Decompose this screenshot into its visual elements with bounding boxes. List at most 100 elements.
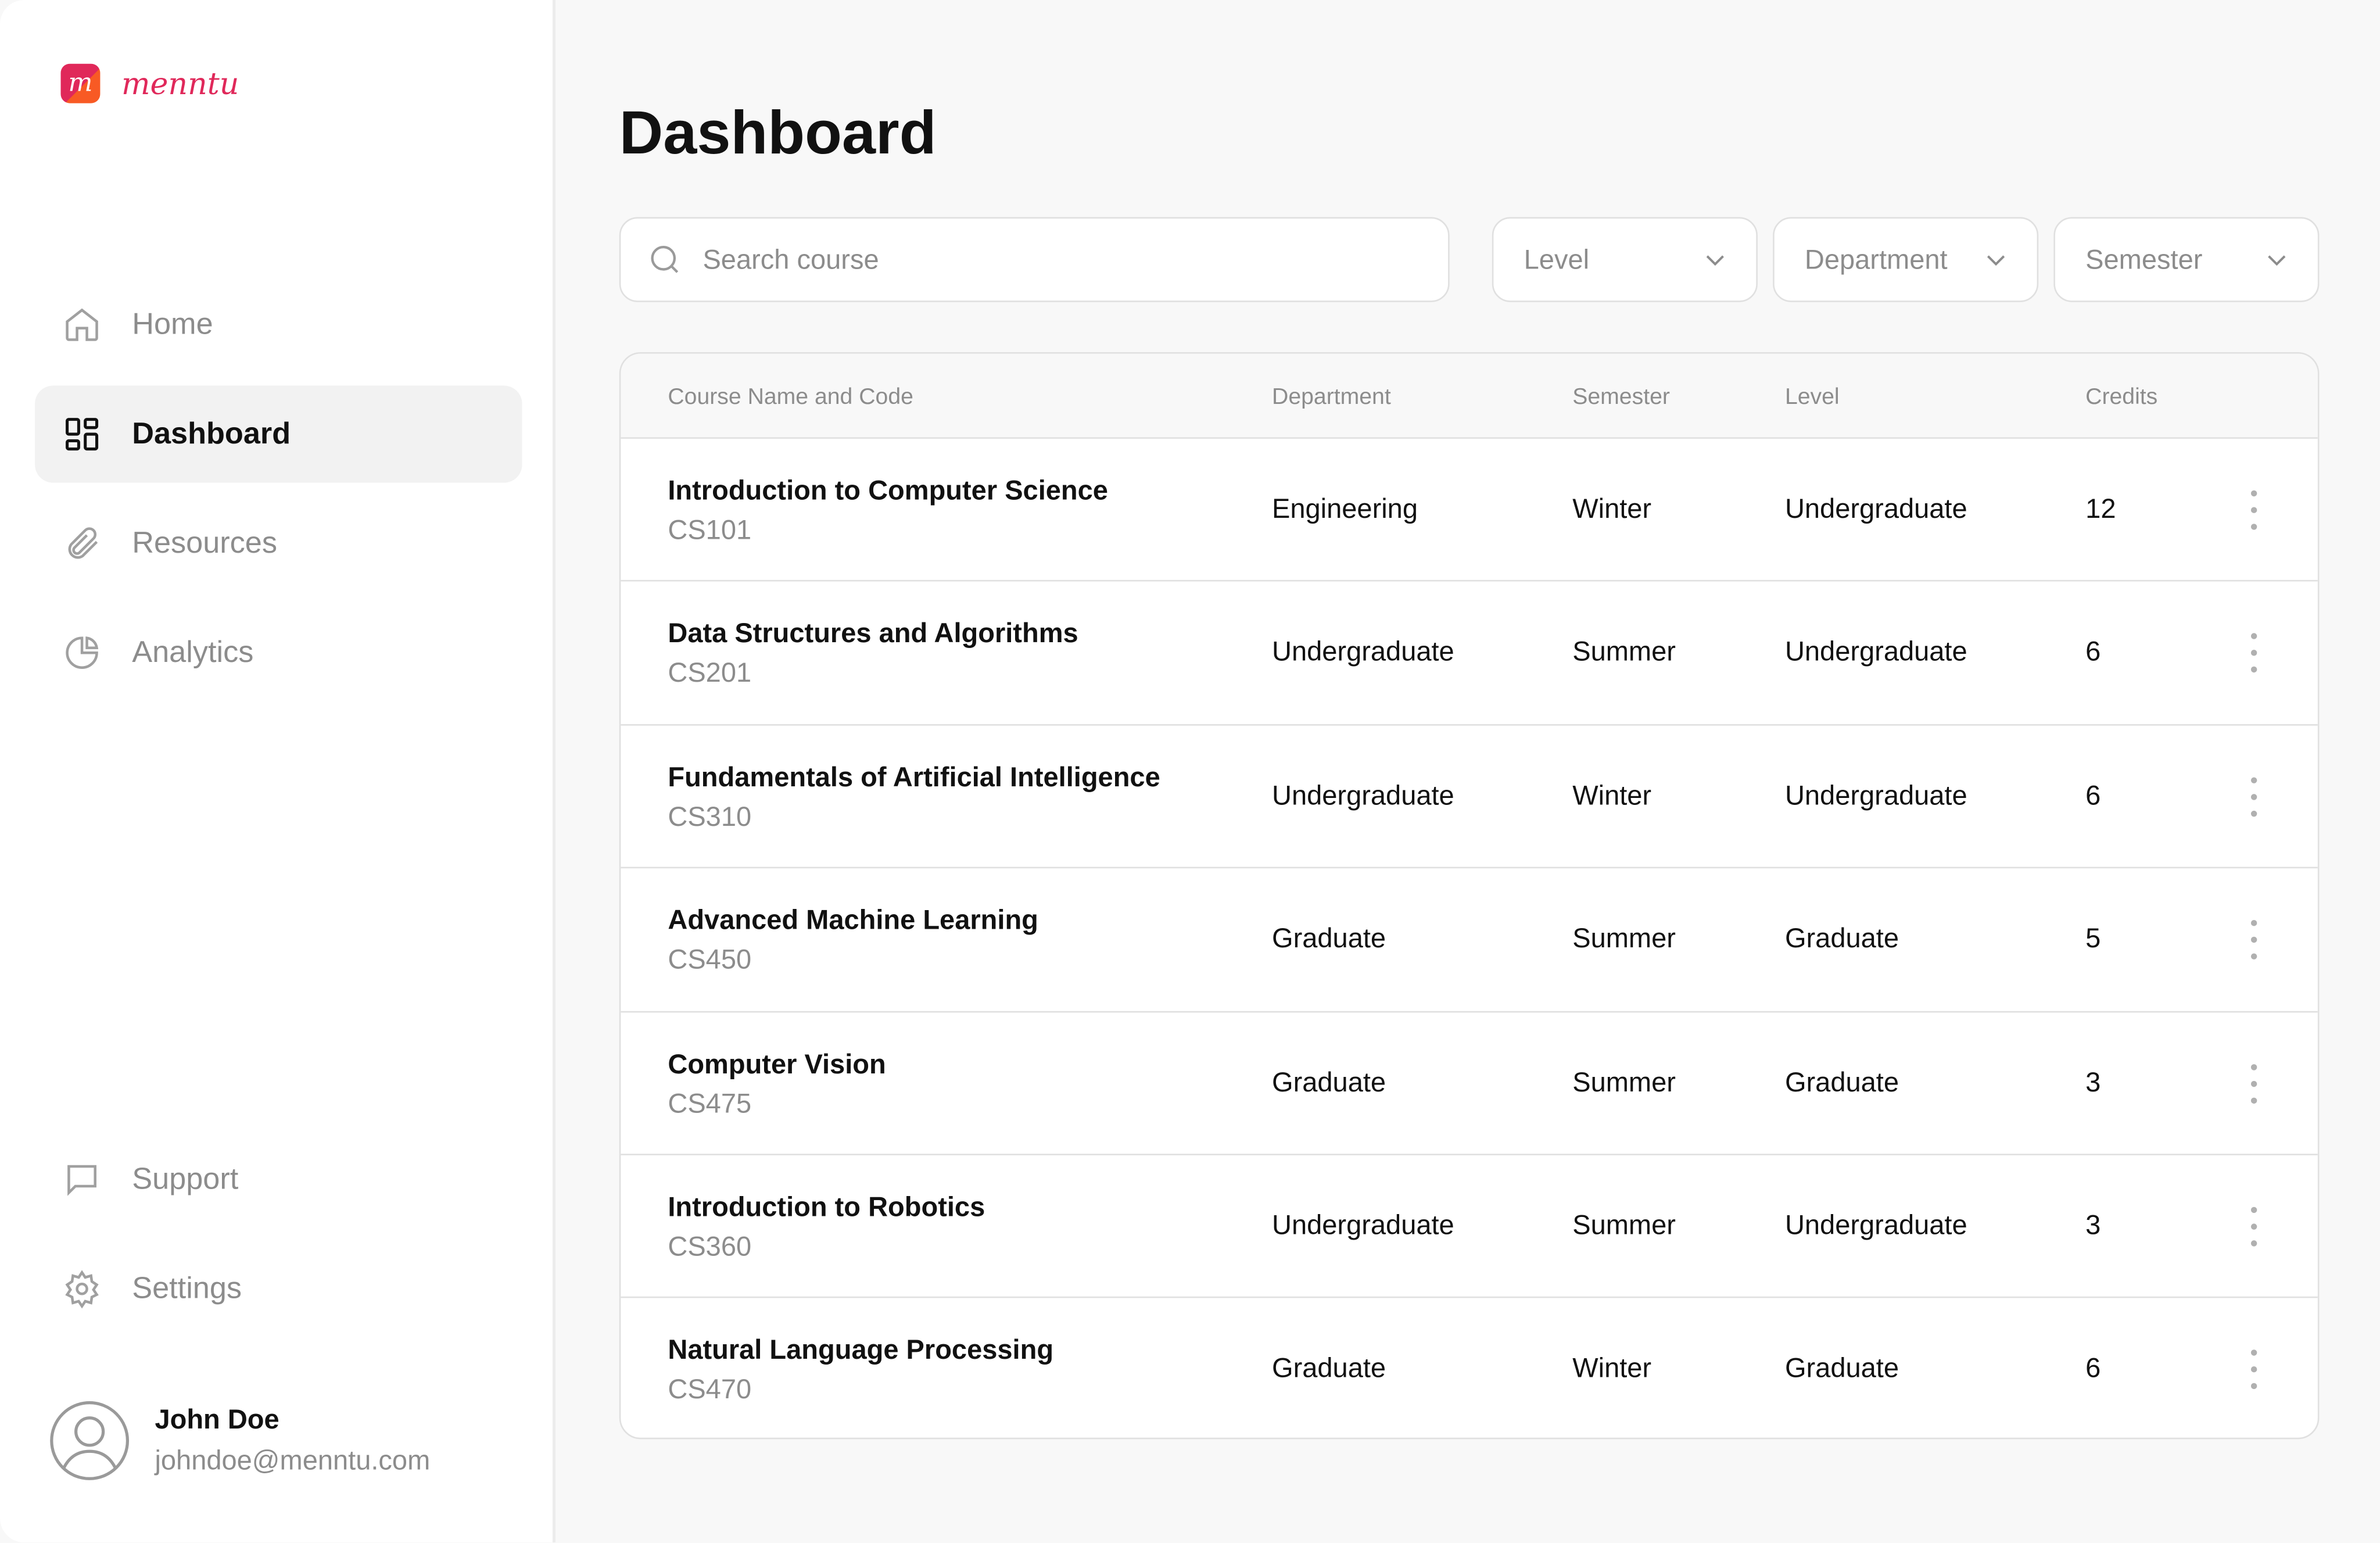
- more-options-icon[interactable]: [2242, 490, 2266, 530]
- chevron-down-icon: [2268, 255, 2286, 266]
- department-cell: Undergraduate: [1272, 1209, 1454, 1241]
- sidebar-item-label: Support: [132, 1162, 239, 1196]
- semester-filter-dropdown[interactable]: Semester: [2053, 217, 2320, 302]
- sidebar-item-label: Dashboard: [132, 417, 291, 450]
- table-row[interactable]: Fundamentals of Artificial Intelligence …: [621, 725, 2318, 869]
- search-box[interactable]: [619, 217, 1450, 302]
- logo-mark: m: [60, 63, 101, 103]
- sidebar-item-dashboard[interactable]: Dashboard: [35, 385, 522, 483]
- level-filter-dropdown[interactable]: Level: [1492, 217, 1758, 302]
- more-options-icon[interactable]: [2242, 633, 2266, 674]
- level-cell: Undergraduate: [1784, 493, 1967, 524]
- department-cell: Graduate: [1272, 923, 1386, 954]
- user-name: John Doe: [155, 1404, 279, 1435]
- paperclip-icon: [68, 527, 98, 559]
- credits-cell: 6: [2085, 780, 2101, 811]
- search-icon: [651, 245, 679, 273]
- course-code: CS310: [668, 801, 752, 832]
- course-code: CS360: [668, 1231, 752, 1262]
- chevron-down-icon: [1706, 255, 1724, 266]
- user-profile[interactable]: John Doe johndoe@menntu.com: [49, 1399, 431, 1481]
- credits-cell: 3: [2085, 1066, 2101, 1097]
- course-name: Computer Vision: [668, 1048, 886, 1079]
- level-cell: Undergraduate: [1784, 780, 1967, 811]
- table-row[interactable]: Data Structures and Algorithms CS201 Und…: [621, 582, 2318, 726]
- message-icon: [67, 1165, 96, 1196]
- course-code: CS101: [668, 514, 752, 545]
- department-cell: Undergraduate: [1272, 636, 1454, 667]
- table-header: Course Name and Code Department Semester…: [621, 353, 2318, 439]
- sidebar-item-home[interactable]: Home: [35, 276, 522, 373]
- level-cell: Graduate: [1784, 923, 1899, 954]
- table-row[interactable]: Introduction to Robotics CS360 Undergrad…: [621, 1155, 2318, 1299]
- logo-text: menntu: [121, 65, 239, 102]
- semester-cell: Winter: [1572, 493, 1652, 524]
- courses-table: Course Name and Code Department Semester…: [619, 352, 2320, 1440]
- column-header: Level: [1784, 384, 1840, 410]
- logo[interactable]: m menntu: [60, 63, 239, 103]
- more-options-icon[interactable]: [2242, 1064, 2266, 1103]
- semester-cell: Summer: [1572, 1209, 1676, 1241]
- sidebar-item-label: Analytics: [132, 635, 254, 669]
- department-cell: Graduate: [1272, 1066, 1386, 1097]
- sidebar-item-settings[interactable]: Settings: [35, 1240, 522, 1337]
- table-row[interactable]: Computer Vision CS475 Graduate Summer Gr…: [621, 1012, 2318, 1155]
- more-options-icon[interactable]: [2242, 1350, 2266, 1390]
- semester-cell: Summer: [1572, 923, 1676, 954]
- course-name: Natural Language Processing: [668, 1335, 1054, 1366]
- sidebar-item-support[interactable]: Support: [35, 1131, 522, 1228]
- department-filter-dropdown[interactable]: Department: [1773, 217, 2039, 302]
- dropdown-label: Department: [1804, 244, 1948, 274]
- more-options-icon[interactable]: [2242, 776, 2266, 817]
- table-row[interactable]: Advanced Machine Learning CS450 Graduate…: [621, 869, 2318, 1012]
- sidebar-item-analytics[interactable]: Analytics: [35, 604, 522, 701]
- course-code: CS201: [668, 658, 752, 689]
- department-cell: Engineering: [1272, 493, 1418, 524]
- credits-cell: 6: [2085, 636, 2101, 667]
- course-name: Fundamentals of Artificial Intelligence: [668, 761, 1160, 792]
- avatar: [50, 1401, 130, 1480]
- semester-cell: Winter: [1572, 780, 1652, 811]
- pie-chart-icon: [66, 636, 99, 669]
- course-name: Introduction to Robotics: [668, 1191, 985, 1222]
- credits-cell: 12: [2085, 493, 2116, 524]
- column-header: Credits: [2085, 384, 2158, 410]
- semester-cell: Winter: [1572, 1353, 1652, 1384]
- dropdown-label: Level: [1524, 244, 1590, 274]
- level-cell: Graduate: [1784, 1066, 1899, 1097]
- column-header: Course Name and Code: [668, 384, 913, 410]
- semester-cell: Summer: [1572, 1066, 1676, 1097]
- semester-cell: Summer: [1572, 636, 1676, 667]
- course-code: CS475: [668, 1087, 752, 1119]
- table-row[interactable]: Natural Language Processing CS470 Gradua…: [621, 1298, 2317, 1437]
- search-input[interactable]: [702, 244, 1402, 276]
- credits-cell: 5: [2085, 923, 2101, 954]
- more-options-icon[interactable]: [2242, 1207, 2266, 1247]
- course-name: Data Structures and Algorithms: [668, 618, 1078, 649]
- column-header: Department: [1272, 384, 1391, 410]
- credits-cell: 6: [2085, 1353, 2101, 1384]
- sidebar-item-label: Home: [132, 307, 213, 341]
- department-cell: Undergraduate: [1272, 780, 1454, 811]
- sidebar-item-label: Settings: [132, 1271, 242, 1305]
- dashboard-grid-icon: [66, 418, 99, 451]
- chevron-down-icon: [1987, 255, 2005, 266]
- user-email: johndoe@menntu.com: [155, 1445, 431, 1476]
- level-cell: Undergraduate: [1784, 1209, 1967, 1241]
- credits-cell: 3: [2085, 1209, 2101, 1241]
- course-name: Advanced Machine Learning: [668, 905, 1038, 936]
- department-cell: Graduate: [1272, 1353, 1386, 1384]
- level-cell: Graduate: [1784, 1353, 1899, 1384]
- more-options-icon[interactable]: [2242, 920, 2266, 960]
- course-code: CS470: [668, 1374, 752, 1405]
- course-code: CS450: [668, 944, 752, 975]
- course-name: Introduction to Computer Science: [668, 475, 1108, 506]
- level-cell: Undergraduate: [1784, 636, 1967, 667]
- column-header: Semester: [1572, 384, 1670, 410]
- sidebar-item-resources[interactable]: Resources: [35, 495, 522, 592]
- table-row[interactable]: Introduction to Computer Science CS101 E…: [621, 439, 2318, 582]
- dropdown-label: Semester: [2085, 244, 2203, 274]
- gear-icon: [65, 1270, 99, 1309]
- page-title: Dashboard: [619, 100, 937, 167]
- sidebar: m menntu Home Dashboard Resources Analyt…: [0, 0, 556, 1542]
